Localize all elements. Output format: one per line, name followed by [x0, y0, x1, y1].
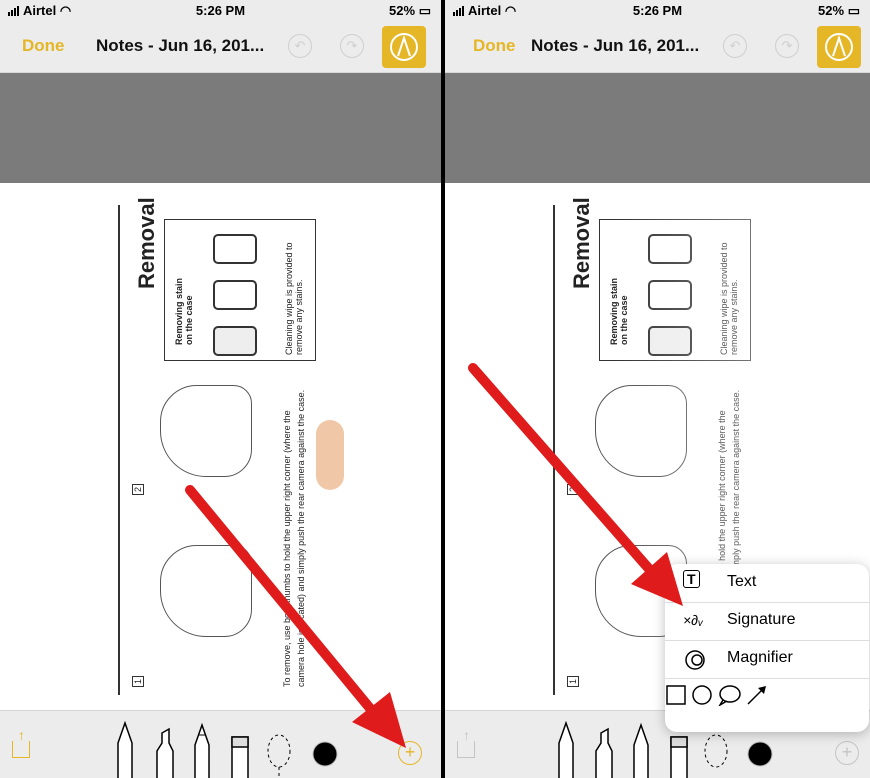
battery-percent: 52% [818, 3, 845, 18]
speech-bubble-icon[interactable] [717, 684, 742, 708]
wipe-caption: Cleaning wipe is provided to remove any … [284, 242, 304, 355]
doc-heading: Removal [134, 197, 159, 289]
gray-band [445, 73, 870, 183]
add-icon[interactable]: + [835, 741, 859, 765]
phone-illustration [648, 326, 692, 356]
menu-item-signature[interactable]: ×∂ᵥ Signature [665, 602, 869, 641]
instruction-line: To remove, use both thumbs to hold the u… [282, 410, 292, 687]
add-menu-popover: T Text ×∂ᵥ Signature Magnifier [665, 564, 869, 732]
shape-row [665, 684, 869, 732]
eraser-tool-icon[interactable] [230, 721, 250, 778]
undo-icon[interactable]: ↶ [288, 34, 312, 58]
battery-icon: ▭ [847, 3, 860, 18]
right-screen: Airtel ◠ 5:26 PM 52% ▭ Done Notes - Jun … [445, 0, 870, 778]
stain-caption: Removing stain on the case [174, 277, 194, 345]
hand-illustration [595, 385, 687, 477]
nav-bar: Done Notes - Jun 16, 201... ↶ ↷ [0, 20, 441, 73]
text-box-icon: T [683, 570, 700, 588]
pen-tool-icon[interactable] [555, 721, 577, 778]
doc-heading: Removal [569, 197, 594, 289]
step-number: 1 [132, 675, 144, 687]
pen-tool-icon[interactable] [114, 721, 136, 778]
marker-tool-icon[interactable] [593, 721, 615, 778]
page-title: Notes - Jun 16, 201... [96, 36, 265, 55]
clock: 5:26 PM [632, 3, 683, 18]
finger-illustration [316, 420, 344, 490]
battery-icon: ▭ [418, 3, 431, 18]
menu-item-magnifier[interactable]: Magnifier [665, 640, 869, 679]
hand-illustration [160, 545, 252, 637]
share-icon[interactable]: ↑ [12, 728, 30, 758]
square-icon[interactable] [665, 684, 687, 706]
circle-icon[interactable] [691, 684, 713, 706]
add-icon[interactable]: + [398, 741, 422, 765]
menu-item-text[interactable]: T Text [665, 564, 869, 603]
phone-illustration [648, 280, 692, 310]
redo-icon[interactable]: ↷ [340, 34, 364, 58]
color-picker-icon[interactable] [312, 741, 338, 767]
lasso-tool-icon[interactable] [266, 721, 292, 778]
markup-pen-icon [825, 33, 853, 61]
done-button[interactable]: Done [22, 36, 65, 56]
clock: 5:26 PM [195, 3, 246, 18]
step-number: 2 [132, 483, 144, 495]
phone-illustration [213, 280, 257, 310]
markup-pen-icon [390, 33, 418, 61]
page-title: Notes - Jun 16, 201... [531, 36, 700, 55]
phone-illustration [648, 234, 692, 264]
wipe-caption: Cleaning wipe is provided to remove any … [719, 242, 739, 355]
battery-percent: 52% [389, 3, 416, 18]
share-icon[interactable]: ↑ [457, 728, 475, 758]
signature-icon: ×∂ᵥ [683, 612, 704, 628]
left-screen: Airtel ◠ 5:26 PM 52% ▭ Done Notes - Jun … [0, 0, 441, 778]
stain-caption: Removing stain on the case [609, 277, 629, 345]
markup-toolbar: ↑ + [0, 710, 441, 778]
status-bar: Airtel ◠ 5:26 PM 52% ▭ [445, 0, 870, 20]
status-bar: Airtel ◠ 5:26 PM 52% ▭ [0, 0, 441, 20]
undo-icon[interactable]: ↶ [723, 34, 747, 58]
arrow-icon[interactable] [746, 684, 768, 706]
phone-illustration [213, 326, 257, 356]
pencil-tool-icon[interactable] [192, 721, 212, 778]
markup-button[interactable] [817, 26, 861, 68]
phone-illustration [213, 234, 257, 264]
gray-band [0, 73, 441, 183]
pencil-tool-icon[interactable] [631, 721, 651, 778]
done-button[interactable]: Done [473, 36, 516, 56]
markup-button[interactable] [382, 26, 426, 68]
redo-icon[interactable]: ↷ [775, 34, 799, 58]
step-number: 1 [567, 675, 579, 687]
color-picker-icon[interactable] [747, 741, 773, 767]
step-number: 2 [567, 483, 579, 495]
instruction-line: camera hole is located) and simply push … [296, 389, 306, 687]
hand-illustration [160, 385, 252, 477]
magnifier-icon [685, 650, 705, 670]
marker-tool-icon[interactable] [154, 721, 176, 778]
document-page: Removal Removing stain on the case Clean… [118, 197, 344, 695]
nav-bar: Done Notes - Jun 16, 201... ↶ ↷ [445, 20, 870, 73]
